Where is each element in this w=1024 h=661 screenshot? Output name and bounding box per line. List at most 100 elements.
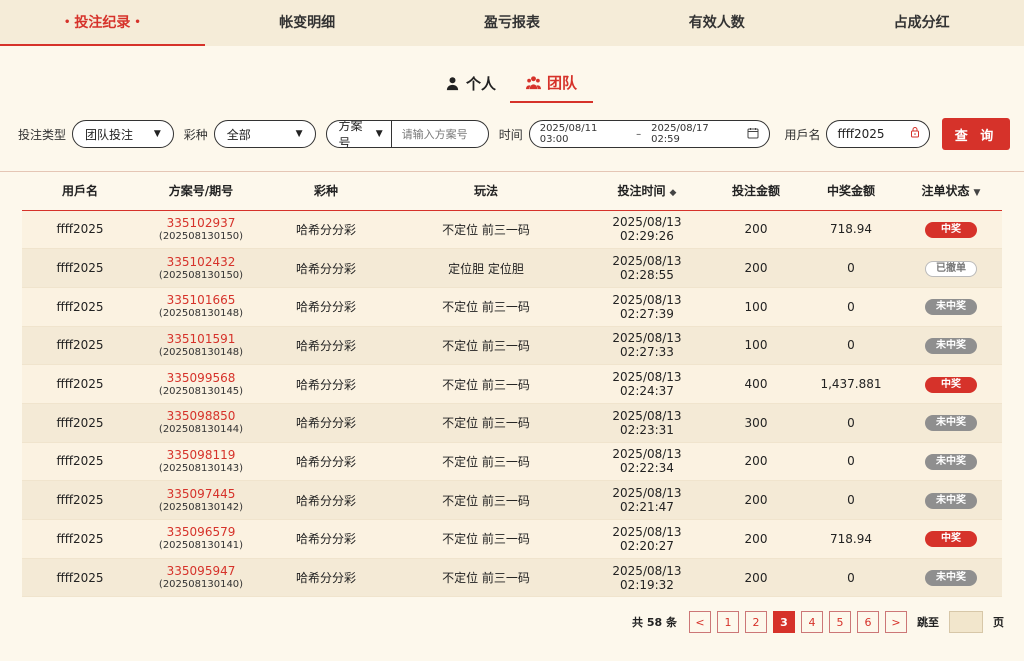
header-win-amount: 中奖金额 bbox=[802, 172, 900, 211]
status-badge: 未中奖 bbox=[925, 299, 977, 316]
cell-status: 未中奖 bbox=[900, 326, 1002, 366]
plan-number-link[interactable]: 335102432 bbox=[138, 255, 264, 269]
tab-profit-report[interactable]: 盈亏报表 bbox=[410, 0, 615, 46]
plan-number-link[interactable]: 335102937 bbox=[138, 216, 264, 230]
issue-number: (202508130140) bbox=[158, 579, 244, 591]
cell-plan-issue: 335095947 (202508130140) bbox=[138, 558, 264, 598]
plan-number-link[interactable]: 335098850 bbox=[138, 409, 264, 423]
issue-number: (202508130150) bbox=[158, 269, 244, 281]
cell-play: 不定位 前三一码 bbox=[388, 364, 584, 404]
cell-bet-time: 2025/08/13 02:29:26 bbox=[584, 210, 710, 250]
plan-type-select[interactable]: 方案号 ▼ bbox=[327, 121, 392, 147]
table-row: ffff2025 335099568 (202508130145) 哈希分分彩 不… bbox=[22, 364, 1002, 404]
issue-number: (202508130145) bbox=[158, 385, 244, 397]
table-row: ffff2025 335098119 (202508130143) 哈希分分彩 不… bbox=[22, 442, 1002, 482]
header-bet-time[interactable]: 投注时间 ◆ bbox=[584, 172, 710, 211]
jump-page-input[interactable] bbox=[949, 611, 983, 633]
plan-number-link[interactable]: 335096579 bbox=[138, 525, 264, 539]
filter-icon[interactable]: ▼ bbox=[974, 188, 981, 198]
header-status[interactable]: 注单状态 ▼ bbox=[900, 172, 1002, 211]
header-label: 投注时间 bbox=[617, 184, 666, 199]
segment-personal[interactable]: 个人 bbox=[431, 68, 510, 103]
cell-bet-amount: 100 bbox=[710, 326, 802, 366]
plan-number-link[interactable]: 335099568 bbox=[138, 371, 264, 385]
issue-number: (202508130141) bbox=[158, 540, 244, 552]
cell-bet-time: 2025/08/13 02:21:47 bbox=[584, 480, 710, 520]
plan-number-link[interactable]: 335097445 bbox=[138, 487, 264, 501]
query-button[interactable]: 查 询 bbox=[942, 118, 1010, 150]
cell-username: ffff2025 bbox=[22, 480, 138, 520]
cell-bet-time: 2025/08/13 02:22:34 bbox=[584, 442, 710, 482]
header-label: 彩种 bbox=[313, 184, 338, 199]
cell-status: 已撤单 bbox=[900, 248, 1002, 288]
tab-label: 占成分红 bbox=[893, 15, 950, 31]
page-button-2[interactable]: 2 bbox=[745, 611, 767, 633]
plan-number-link[interactable]: 335101665 bbox=[138, 293, 264, 307]
username-input[interactable] bbox=[837, 127, 908, 141]
total-count: 共 58 条 bbox=[632, 616, 677, 629]
cell-status: 未中奖 bbox=[900, 287, 1002, 327]
date-separator: – bbox=[636, 128, 642, 140]
tab-account-changes[interactable]: 帐变明细 bbox=[205, 0, 410, 46]
header-label: 方案号/期号 bbox=[168, 184, 234, 199]
prev-page-button[interactable]: < bbox=[689, 611, 711, 633]
cell-win-amount: 0 bbox=[802, 248, 900, 288]
cell-username: ffff2025 bbox=[22, 287, 138, 327]
page-button-1[interactable]: 1 bbox=[717, 611, 739, 633]
calendar-icon bbox=[747, 127, 759, 142]
tab-dividends[interactable]: 占成分红 bbox=[819, 0, 1024, 46]
lottery-label: 彩种 bbox=[183, 127, 208, 142]
plan-number-link[interactable]: 335095947 bbox=[138, 564, 264, 578]
page-button-6[interactable]: 6 bbox=[857, 611, 879, 633]
cell-bet-amount: 400 bbox=[710, 364, 802, 404]
sort-icon[interactable]: ◆ bbox=[670, 188, 677, 198]
cell-lottery: 哈希分分彩 bbox=[264, 558, 388, 598]
cell-win-amount: 718.94 bbox=[802, 519, 900, 559]
tab-active-users[interactable]: 有效人数 bbox=[614, 0, 819, 46]
cell-bet-time: 2025/08/13 02:27:33 bbox=[584, 326, 710, 366]
header-play: 玩法 bbox=[388, 172, 584, 211]
tab-bet-records[interactable]: • 投注纪录 • bbox=[0, 0, 205, 46]
header-bet-amount: 投注金额 bbox=[710, 172, 802, 211]
status-badge: 未中奖 bbox=[925, 415, 977, 432]
next-page-button[interactable]: > bbox=[885, 611, 907, 633]
team-icon bbox=[526, 76, 541, 90]
date-range-picker[interactable]: 2025/08/11 03:00 – 2025/08/17 02:59 bbox=[528, 120, 771, 148]
bet-type-select[interactable]: 团队投注 ▼ bbox=[72, 120, 174, 148]
cell-bet-amount: 100 bbox=[710, 287, 802, 327]
tab-label: 投注纪录 bbox=[74, 15, 131, 31]
plan-number-link[interactable]: 335098119 bbox=[138, 448, 264, 462]
status-badge: 中奖 bbox=[925, 376, 977, 393]
cell-play: 不定位 前三一码 bbox=[388, 480, 584, 520]
plan-number-link[interactable]: 335101591 bbox=[138, 332, 264, 346]
cell-username: ffff2025 bbox=[22, 519, 138, 559]
table-body: ffff2025 335102937 (202508130150) 哈希分分彩 不… bbox=[22, 210, 1002, 598]
time-label: 时间 bbox=[498, 127, 523, 142]
page-button-4[interactable]: 4 bbox=[801, 611, 823, 633]
segment-team[interactable]: 团队 bbox=[510, 68, 594, 103]
status-badge: 未中奖 bbox=[925, 337, 977, 354]
cell-plan-issue: 335102937 (202508130150) bbox=[138, 210, 264, 250]
cell-lottery: 哈希分分彩 bbox=[264, 364, 388, 404]
clear-icon[interactable] bbox=[909, 126, 921, 142]
table-row: ffff2025 335101665 (202508130148) 哈希分分彩 不… bbox=[22, 287, 1002, 327]
chevron-down-icon: ▼ bbox=[295, 129, 303, 139]
cell-bet-amount: 200 bbox=[710, 248, 802, 288]
cell-bet-amount: 200 bbox=[710, 480, 802, 520]
lottery-select[interactable]: 全部 ▼ bbox=[213, 120, 316, 148]
plan-type-value: 方案号 bbox=[338, 120, 363, 148]
top-tab-bar: • 投注纪录 • 帐变明细 盈亏报表 有效人数 占成分红 bbox=[0, 0, 1024, 46]
page-button-5[interactable]: 5 bbox=[829, 611, 851, 633]
issue-number: (202508130143) bbox=[158, 462, 244, 474]
cell-status: 未中奖 bbox=[900, 442, 1002, 482]
plan-number-input[interactable] bbox=[391, 127, 488, 141]
header-plan-issue: 方案号/期号 bbox=[138, 172, 264, 211]
cell-win-amount: 0 bbox=[802, 480, 900, 520]
page-button-3[interactable]: 3 bbox=[773, 611, 795, 633]
table-row: ffff2025 335102432 (202508130150) 哈希分分彩 定… bbox=[22, 248, 1002, 288]
cell-play: 不定位 前三一码 bbox=[388, 326, 584, 366]
tab-label: 盈亏报表 bbox=[483, 15, 540, 31]
segment-team-label: 团队 bbox=[547, 74, 578, 92]
cell-win-amount: 0 bbox=[802, 287, 900, 327]
cell-win-amount: 0 bbox=[802, 403, 900, 443]
